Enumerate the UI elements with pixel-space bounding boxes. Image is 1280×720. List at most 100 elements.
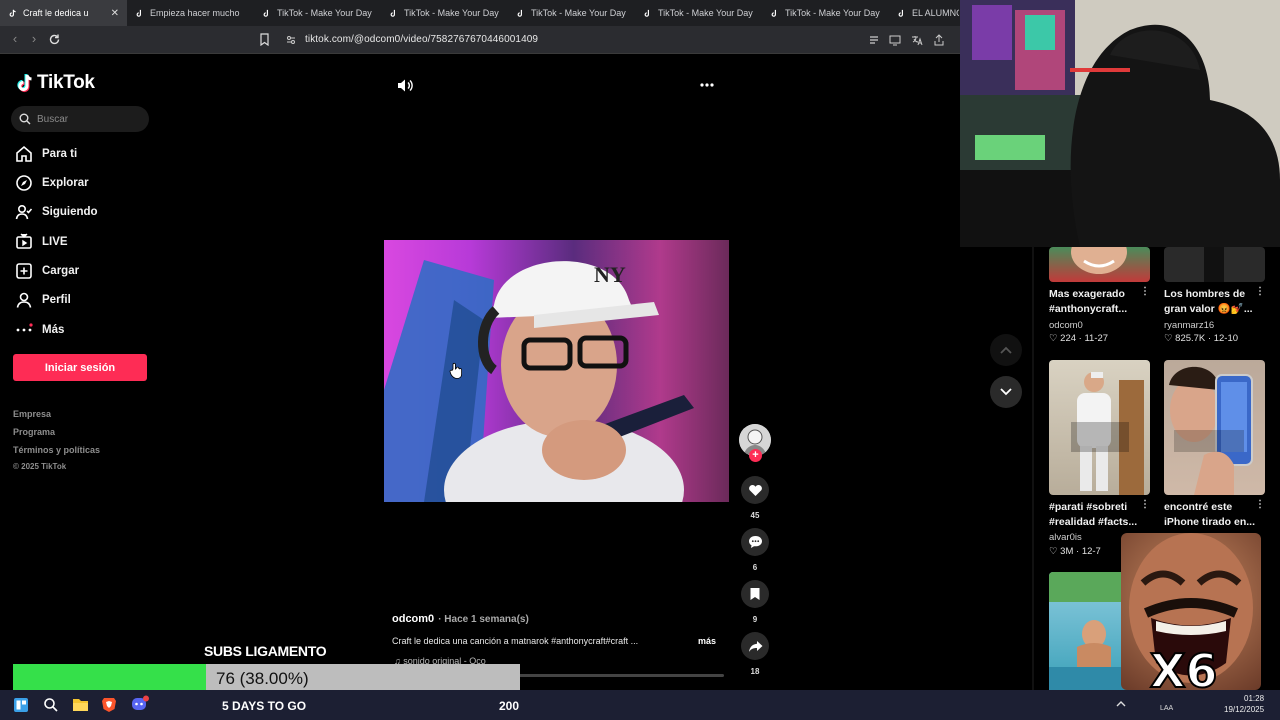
follow-button[interactable]: + <box>749 449 762 462</box>
bookmark-icon[interactable] <box>259 33 270 46</box>
browser-tab[interactable]: TikTok - Make Your Day <box>381 0 508 26</box>
footer-link-terminos[interactable]: Términos y políticas <box>13 445 100 455</box>
reload-icon[interactable] <box>48 33 61 46</box>
nav-label: Perfil <box>42 294 71 306</box>
nav-label: Siguiendo <box>42 206 98 218</box>
clock-date: 19/12/2025 <box>1224 705 1265 714</box>
browser-tab[interactable]: TikTok - Make Your Day <box>254 0 381 26</box>
file-explorer-icon[interactable] <box>72 697 89 712</box>
tab-title: TikTok - Make Your Day <box>658 8 753 18</box>
browser-tab[interactable]: TikTok - Make Your Day <box>635 0 762 26</box>
video-thumbnail[interactable] <box>1164 247 1265 282</box>
video-user[interactable]: odcom0 <box>1049 320 1083 331</box>
scroll-up-button[interactable] <box>990 334 1022 366</box>
thumbnail-image <box>1071 247 1127 274</box>
nav-item-perfil[interactable]: Perfil <box>15 290 71 310</box>
video-meta: ♡ 3M · 12-7 <box>1049 546 1101 557</box>
widgets-icon[interactable] <box>13 697 29 713</box>
home-icon <box>16 145 32 162</box>
video-title[interactable]: Mas exagerado #anthonycraft... <box>1049 287 1149 317</box>
browser-tab[interactable]: Craft le dedica una canción ✕ <box>0 0 127 26</box>
live-icon <box>16 233 32 249</box>
video-title[interactable]: #parati #sobreti #realidad #facts... <box>1049 500 1149 530</box>
tab-title: TikTok - Make Your Day <box>785 8 880 18</box>
heart-icon <box>748 485 762 496</box>
video-author[interactable]: odcom0 · Hace 1 semana(s) <box>392 613 529 625</box>
comment-icon <box>748 536 762 548</box>
thumbnail-image <box>1169 366 1253 495</box>
chevron-down-icon <box>1000 388 1012 396</box>
nav-item-explorar[interactable]: Explorar <box>15 173 89 193</box>
more-options-icon[interactable] <box>699 82 715 88</box>
nav-label: Más <box>42 324 65 336</box>
nav-label: LIVE <box>42 236 68 248</box>
more-options-icon[interactable]: ⋮ <box>1140 286 1150 297</box>
browser-tab[interactable]: TikTok - Make Your Day <box>762 0 889 26</box>
tiktok-favicon-icon <box>263 9 268 17</box>
video-thumbnail[interactable] <box>1049 247 1150 282</box>
scroll-down-button[interactable] <box>990 376 1022 408</box>
system-clock[interactable]: 01:28 19/12/2025 <box>1224 693 1264 715</box>
tiktok-logo[interactable]: TikTok <box>16 72 95 94</box>
emote-multiplier: X6 <box>1149 644 1218 698</box>
heart-outline-icon: ♡ <box>1164 333 1176 344</box>
video-user[interactable]: ryanmarz16 <box>1164 320 1214 331</box>
site-info-icon[interactable] <box>286 35 296 45</box>
reader-mode-icon[interactable] <box>868 34 880 46</box>
close-tab-icon[interactable]: ✕ <box>111 8 119 19</box>
discord-icon[interactable] <box>131 695 149 712</box>
browser-tab[interactable]: Empieza hacer mucho calor <box>127 0 254 26</box>
like-button[interactable] <box>741 476 769 504</box>
bookmark-icon <box>750 588 760 600</box>
video-thumbnail[interactable] <box>1164 360 1265 495</box>
search-box[interactable] <box>11 106 149 132</box>
more-link[interactable]: más <box>698 636 716 646</box>
share-icon[interactable] <box>933 34 945 46</box>
share-arrow-icon <box>748 640 762 652</box>
footer-link-empresa[interactable]: Empresa <box>13 409 51 419</box>
tiktok-logo-icon <box>17 74 32 93</box>
screen-icon[interactable] <box>889 34 901 46</box>
video-title[interactable]: encontré este iPhone tirado en... <box>1164 500 1264 530</box>
footer-link-programa[interactable]: Programa <box>13 427 55 437</box>
back-icon[interactable]: ‹ <box>8 32 22 46</box>
chevron-up-icon[interactable] <box>1116 700 1126 707</box>
thumbnail-image <box>1071 372 1144 495</box>
search-icon[interactable] <box>43 697 59 713</box>
search-input[interactable] <box>37 113 137 125</box>
share-count: 18 <box>750 667 760 676</box>
nav-item-para-ti[interactable]: Para ti <box>15 144 77 164</box>
tab-strip: Craft le dedica una canción ✕ Empieza ha… <box>0 0 960 26</box>
browser-tab[interactable]: EL ALUMNO I <box>889 0 959 26</box>
logo-text: TikTok <box>37 72 95 93</box>
video-user[interactable]: alvar0is <box>1049 532 1082 543</box>
tab-title: TikTok - Make Your Day <box>277 8 372 18</box>
more-options-icon[interactable]: ⋮ <box>1140 499 1150 510</box>
nav-item-siguiendo[interactable]: Siguiendo <box>15 202 98 222</box>
browser-tab[interactable]: TikTok - Make Your Day <box>508 0 635 26</box>
nav-item-cargar[interactable]: Cargar <box>15 261 79 281</box>
url-field[interactable]: tiktok.com/@odcom0/video/758276767044600… <box>305 34 538 45</box>
days-remaining: 5 DAYS TO GO <box>222 699 307 713</box>
upload-icon <box>16 263 32 279</box>
more-options-icon[interactable]: ⋮ <box>1255 286 1265 297</box>
copyright-text: © 2025 TikTok <box>13 462 67 471</box>
forward-icon[interactable]: › <box>27 32 41 46</box>
video-player[interactable]: NY <box>384 240 729 502</box>
video-thumbnail[interactable] <box>1049 360 1150 495</box>
sub-goal-target: 200 <box>499 699 520 713</box>
save-button[interactable] <box>741 580 769 608</box>
share-button[interactable] <box>741 632 769 660</box>
nav-item-live[interactable]: LIVE <box>15 232 68 252</box>
brave-browser-icon[interactable] <box>101 696 117 713</box>
volume-icon[interactable] <box>397 78 413 93</box>
like-count: 45 <box>750 511 760 520</box>
more-options-icon[interactable]: ⋮ <box>1255 499 1265 510</box>
login-button[interactable]: Iniciar sesión <box>13 354 147 381</box>
translate-icon[interactable] <box>911 34 923 46</box>
nav-item-mas[interactable]: Más <box>15 320 64 340</box>
video-title[interactable]: Los hombres de gran valor 😡💅... <box>1164 287 1264 317</box>
language-indicator[interactable]: LAA <box>1160 705 1173 712</box>
comment-button[interactable] <box>741 528 769 556</box>
comment-count: 6 <box>752 563 758 572</box>
